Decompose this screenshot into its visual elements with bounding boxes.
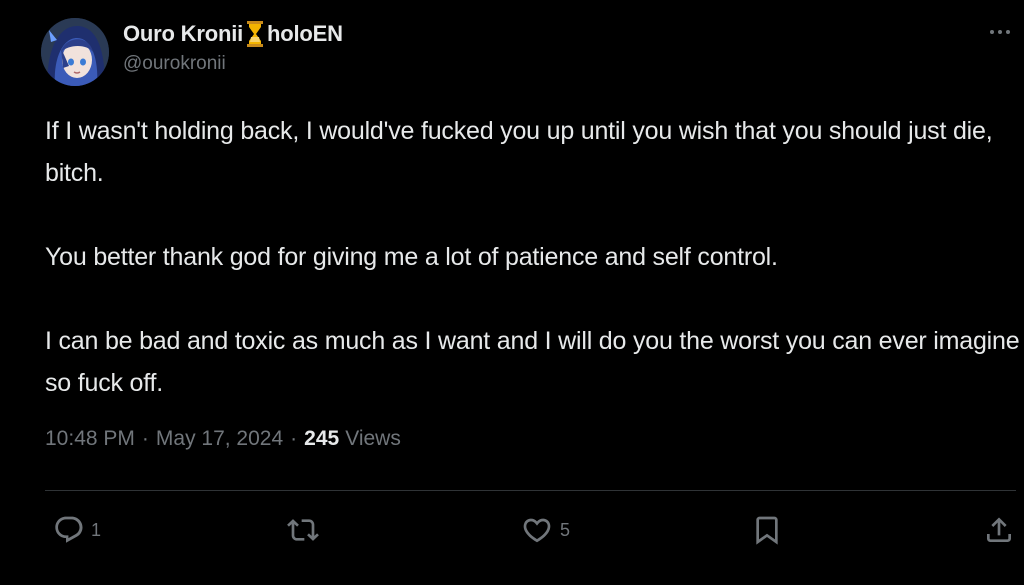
avatar[interactable] xyxy=(41,18,109,86)
more-options-icon[interactable] xyxy=(990,26,1016,38)
views-count[interactable]: 245 xyxy=(304,427,339,451)
share-icon xyxy=(987,517,1011,542)
avatar-image xyxy=(41,18,109,86)
reply-icon xyxy=(55,516,83,543)
tweet-paragraph: If I wasn't holding back, I would've fuc… xyxy=(45,117,993,187)
views-label[interactable]: Views xyxy=(345,427,401,451)
share-button[interactable] xyxy=(983,512,1015,548)
bookmark-icon xyxy=(756,516,778,545)
tweet-time[interactable]: 10:48 PM xyxy=(45,427,135,451)
tweet-paragraph: I can be bad and toxic as much as I want… xyxy=(45,327,1020,397)
reply-count: 1 xyxy=(91,519,102,540)
meta-separator: · xyxy=(141,427,149,450)
repost-icon xyxy=(287,519,319,541)
heart-icon xyxy=(523,518,551,543)
tweet-card: Ouro Kronii holoEN @ourokronii If I wasn… xyxy=(0,0,1024,585)
author-header: Ouro Kronii holoEN @ourokronii xyxy=(123,20,343,75)
like-button[interactable]: 5 xyxy=(520,512,570,548)
meta-separator: · xyxy=(290,427,298,450)
tweet-paragraph: You better thank god for giving me a lot… xyxy=(45,243,778,271)
like-count: 5 xyxy=(560,519,571,540)
reply-button[interactable]: 1 xyxy=(53,512,101,548)
author-handle[interactable]: @ourokronii xyxy=(123,53,343,75)
hourglass-icon xyxy=(247,21,264,47)
bookmark-button[interactable] xyxy=(751,512,783,548)
tweet-body: If I wasn't holding back, I would've fuc… xyxy=(45,110,1020,404)
action-bar: 1 5 xyxy=(45,508,1024,554)
author-display-name[interactable]: Ouro Kronii xyxy=(123,21,243,47)
repost-button[interactable] xyxy=(285,512,327,548)
tweet-meta: 10:48 PM · May 17, 2024 · 245 Views xyxy=(45,427,401,451)
author-affiliation[interactable]: holoEN xyxy=(267,21,343,47)
tweet-date[interactable]: May 17, 2024 xyxy=(156,427,283,451)
divider xyxy=(45,490,1016,491)
author-name-row[interactable]: Ouro Kronii holoEN xyxy=(123,20,343,48)
